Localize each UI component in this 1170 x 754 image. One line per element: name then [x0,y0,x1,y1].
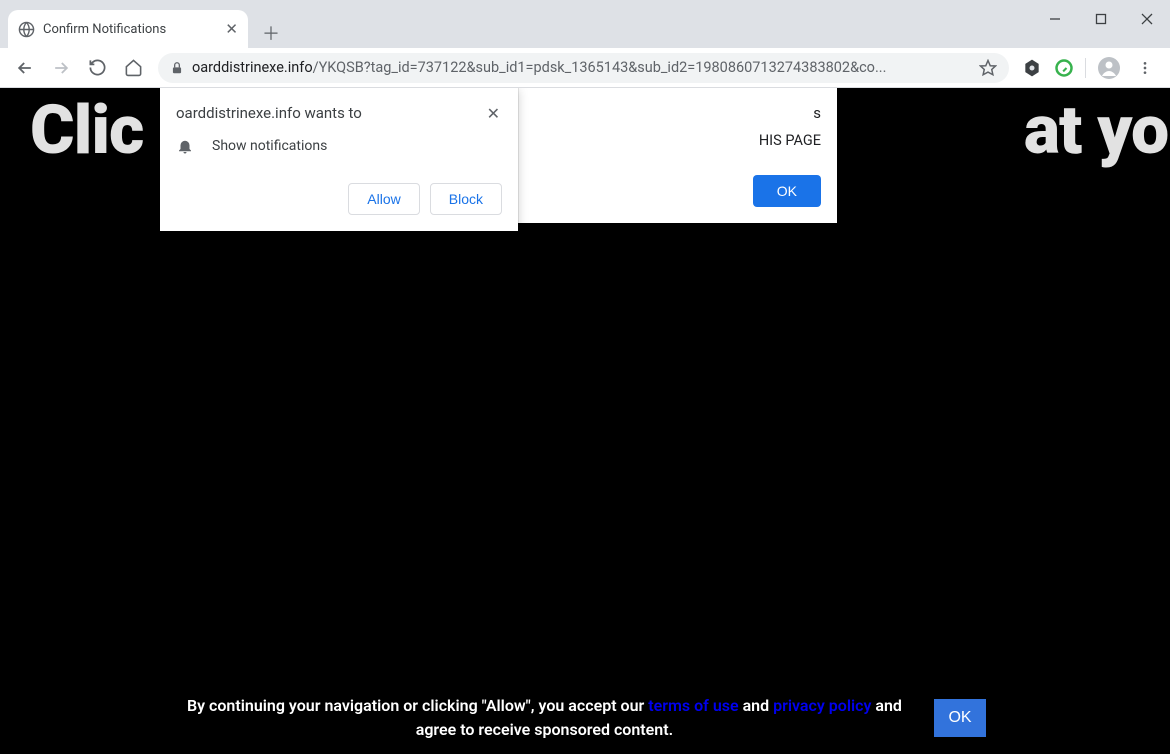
menu-button[interactable] [1128,51,1162,85]
extension-icon-1[interactable] [1019,55,1045,81]
consent-footer: By continuing your navigation or clickin… [0,694,1170,742]
consent-and: and [739,696,774,715]
consent-before: By continuing your navigation or clickin… [187,696,648,715]
browser-toolbar: oarddistrinexe.info/YKQSB?tag_id=737122&… [0,48,1170,88]
new-tab-button[interactable]: ＋ [256,18,286,48]
page-content: Clic XXXXXXXXXXXXXXXXXXXX at you are oar… [0,88,1170,754]
permission-message: Show notifications [212,138,327,154]
lock-icon [170,61,184,75]
headline-right: at you are [1024,90,1170,170]
bell-icon [176,137,194,155]
toolbar-divider [1085,58,1086,78]
tabs-area: Confirm Notifications ✕ ＋ [0,0,286,48]
terms-link[interactable]: terms of use [648,696,738,715]
home-button[interactable] [116,51,150,85]
close-tab-icon[interactable]: ✕ [225,20,238,38]
window-titlebar: Confirm Notifications ✕ ＋ [0,0,1170,48]
privacy-link[interactable]: privacy policy [773,696,871,715]
profile-button[interactable] [1092,51,1126,85]
globe-icon [18,21,35,38]
url-text: oarddistrinexe.info/YKQSB?tag_id=737122&… [192,59,967,76]
close-window-button[interactable] [1124,0,1170,38]
page-alert-ok-button[interactable]: OK [753,175,821,207]
close-icon[interactable]: ✕ [485,104,502,123]
url-path: /YKQSB?tag_id=737122&sub_id1=pdsk_136514… [313,59,887,76]
allow-button[interactable]: Allow [348,183,419,215]
headline-left: Clic [30,90,143,170]
address-bar[interactable]: oarddistrinexe.info/YKQSB?tag_id=737122&… [158,53,1009,83]
consent-text: By continuing your navigation or clickin… [184,694,904,742]
reload-button[interactable] [80,51,114,85]
bookmark-star-icon[interactable] [979,59,997,77]
block-button[interactable]: Block [430,183,502,215]
maximize-button[interactable] [1078,0,1124,38]
extension-icon-2[interactable] [1051,55,1077,81]
tab-title: Confirm Notifications [43,22,166,37]
permission-title: oarddistrinexe.info wants to [176,104,362,122]
notification-permission-prompt: oarddistrinexe.info wants to ✕ Show noti… [160,88,518,231]
page-alert-title: s [535,104,821,122]
window-controls [1032,0,1170,38]
url-domain: oarddistrinexe.info [192,59,313,76]
forward-button[interactable] [44,51,78,85]
page-alert-dialog: s HIS PAGE OK [518,88,837,223]
page-alert-body: HIS PAGE [535,132,821,149]
back-button[interactable] [8,51,42,85]
browser-tab[interactable]: Confirm Notifications ✕ [8,10,248,48]
minimize-button[interactable] [1032,0,1078,38]
consent-ok-button[interactable]: OK [934,699,985,737]
